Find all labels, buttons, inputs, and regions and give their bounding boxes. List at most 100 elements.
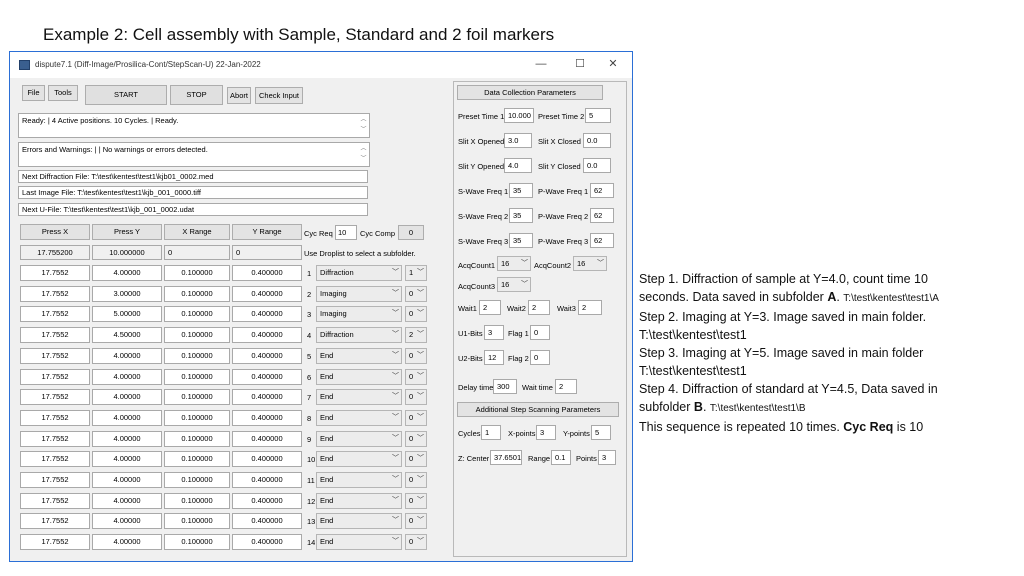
minimize-icon[interactable]: — <box>533 57 549 71</box>
mode-select[interactable]: End ﹀ <box>316 389 402 405</box>
press-x-input[interactable]: 17.7552 <box>20 389 90 405</box>
pwave-freq-2-input[interactable]: 62 <box>590 208 614 223</box>
y-points-input[interactable]: 5 <box>591 425 611 440</box>
press-x-input[interactable]: 17.7552 <box>20 451 90 467</box>
mode-select[interactable]: End ﹀ <box>316 513 402 529</box>
x-range-input[interactable]: 0.100000 <box>164 534 230 550</box>
press-y-input[interactable]: 3.00000 <box>92 286 162 302</box>
press-x-input[interactable]: 17.7552 <box>20 286 90 302</box>
press-y-input[interactable]: 4.00000 <box>92 451 162 467</box>
x-range-input[interactable]: 0.100000 <box>164 472 230 488</box>
acqcount-1-select[interactable]: 16 ﹀ <box>497 256 531 271</box>
scroll-arrows-icon[interactable]: ︿ ﹀ <box>359 144 368 166</box>
y-range-input[interactable]: 0.400000 <box>232 327 302 343</box>
wait2-input[interactable]: 2 <box>528 300 550 315</box>
swave-freq-1-input[interactable]: 35 <box>509 183 533 198</box>
mode-select[interactable]: End ﹀ <box>316 451 402 467</box>
subfolder-select[interactable]: 0 ﹀ <box>405 410 427 426</box>
press-y-input[interactable]: 4.00000 <box>92 265 162 281</box>
slit-y-closed-input[interactable]: 0.0 <box>583 158 611 173</box>
press-y-input[interactable]: 4.00000 <box>92 369 162 385</box>
press-y-input[interactable]: 4.00000 <box>92 431 162 447</box>
pwave-freq-3-input[interactable]: 62 <box>590 233 614 248</box>
y-range-input[interactable]: 0.400000 <box>232 472 302 488</box>
x-range-input[interactable]: 0.100000 <box>164 513 230 529</box>
mode-select[interactable]: End ﹀ <box>316 472 402 488</box>
subfolder-select[interactable]: 0 ﹀ <box>405 286 427 302</box>
y-range-input[interactable]: 0.400000 <box>232 451 302 467</box>
subfolder-select[interactable]: 0 ﹀ <box>405 451 427 467</box>
y-range-input[interactable]: 0.400000 <box>232 513 302 529</box>
flag-1-input[interactable]: 0 <box>530 325 550 340</box>
y-range-input[interactable]: 0.400000 <box>232 369 302 385</box>
mode-select[interactable]: Diffraction ﹀ <box>316 265 402 281</box>
delay-time-input[interactable]: 300 <box>493 379 517 394</box>
y-range-input[interactable]: 0.400000 <box>232 431 302 447</box>
check-input-button[interactable]: Check Input <box>255 87 303 104</box>
x-points-input[interactable]: 3 <box>536 425 556 440</box>
file-button[interactable]: File <box>22 85 45 101</box>
points-input[interactable]: 3 <box>598 450 616 465</box>
press-x-input[interactable]: 17.7552 <box>20 513 90 529</box>
subfolder-select[interactable]: 0 ﹀ <box>405 369 427 385</box>
press-x-input[interactable]: 17.7552 <box>20 410 90 426</box>
mode-select[interactable]: Diffraction ﹀ <box>316 327 402 343</box>
mode-select[interactable]: End ﹀ <box>316 410 402 426</box>
x-range-input[interactable]: 0.100000 <box>164 389 230 405</box>
slit-x-opened-input[interactable]: 3.0 <box>504 133 532 148</box>
subfolder-select[interactable]: 0 ﹀ <box>405 534 427 550</box>
preset-time-1-input[interactable]: 10.000 <box>504 108 534 123</box>
cycles-input[interactable]: 1 <box>481 425 501 440</box>
subfolder-select[interactable]: 2 ﹀ <box>405 327 427 343</box>
y-range-input[interactable]: 0.400000 <box>232 534 302 550</box>
press-x-input[interactable]: 17.7552 <box>20 534 90 550</box>
y-range-input[interactable]: 0.400000 <box>232 389 302 405</box>
mode-select[interactable]: End ﹀ <box>316 534 402 550</box>
x-range-input[interactable]: 0.100000 <box>164 410 230 426</box>
wait-time-input[interactable]: 2 <box>555 379 577 394</box>
press-y-input[interactable]: 4.00000 <box>92 513 162 529</box>
press-x-input[interactable]: 17.7552 <box>20 265 90 281</box>
close-icon[interactable]: ✕ <box>605 57 621 71</box>
press-y-input[interactable]: 4.00000 <box>92 534 162 550</box>
acqcount-2-select[interactable]: 16 ﹀ <box>573 256 607 271</box>
press-y-input[interactable]: 4.00000 <box>92 348 162 364</box>
slit-y-opened-input[interactable]: 4.0 <box>504 158 532 173</box>
x-range-input[interactable]: 0.100000 <box>164 286 230 302</box>
start-button[interactable]: START <box>85 85 167 105</box>
slit-x-closed-input[interactable]: 0.0 <box>583 133 611 148</box>
u1-bits-input[interactable]: 3 <box>484 325 504 340</box>
x-range-input[interactable]: 0.100000 <box>164 306 230 322</box>
maximize-icon[interactable]: ☐ <box>572 57 588 71</box>
subfolder-select[interactable]: 0 ﹀ <box>405 513 427 529</box>
stop-button[interactable]: STOP <box>170 85 223 105</box>
x-range-input[interactable]: 0.100000 <box>164 369 230 385</box>
x-range-input[interactable]: 0.100000 <box>164 348 230 364</box>
y-range-input[interactable]: 0.400000 <box>232 265 302 281</box>
x-range-input[interactable]: 0.100000 <box>164 327 230 343</box>
y-range-input[interactable]: 0.400000 <box>232 348 302 364</box>
subfolder-select[interactable]: 0 ﹀ <box>405 493 427 509</box>
mode-select[interactable]: Imaging ﹀ <box>316 306 402 322</box>
subfolder-select[interactable]: 0 ﹀ <box>405 472 427 488</box>
range-input[interactable]: 0.1 <box>551 450 571 465</box>
preset-time-2-input[interactable]: 5 <box>585 108 611 123</box>
tools-button[interactable]: Tools <box>48 85 78 101</box>
subfolder-select[interactable]: 0 ﹀ <box>405 306 427 322</box>
subfolder-select[interactable]: 0 ﹀ <box>405 348 427 364</box>
subfolder-select[interactable]: 1 ﹀ <box>405 265 427 281</box>
press-x-input[interactable]: 17.7552 <box>20 348 90 364</box>
press-x-input[interactable]: 17.7552 <box>20 327 90 343</box>
y-range-input[interactable]: 0.400000 <box>232 286 302 302</box>
press-y-input[interactable]: 4.00000 <box>92 472 162 488</box>
press-y-input[interactable]: 4.00000 <box>92 389 162 405</box>
x-range-input[interactable]: 0.100000 <box>164 493 230 509</box>
u2-bits-input[interactable]: 12 <box>484 350 504 365</box>
wait3-input[interactable]: 2 <box>578 300 602 315</box>
y-range-input[interactable]: 0.400000 <box>232 493 302 509</box>
z-center-input[interactable]: 37.6501 <box>490 450 522 465</box>
mode-select[interactable]: Imaging ﹀ <box>316 286 402 302</box>
mode-select[interactable]: End ﹀ <box>316 431 402 447</box>
mode-select[interactable]: End ﹀ <box>316 493 402 509</box>
x-range-input[interactable]: 0.100000 <box>164 265 230 281</box>
